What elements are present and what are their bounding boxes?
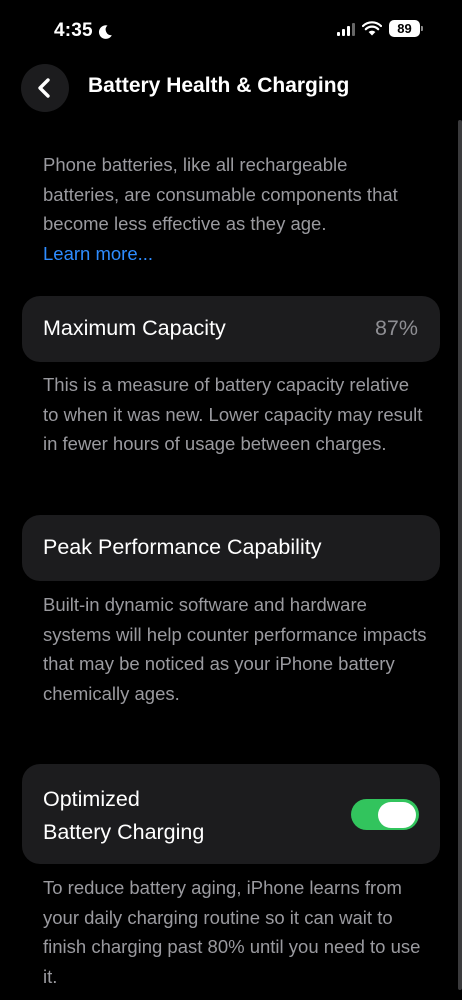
peak-performance-label: Peak Performance Capability (43, 535, 322, 559)
toggle-knob (378, 801, 416, 828)
page-title: Battery Health & Charging (88, 74, 350, 97)
optimized-charging-label: Optimized Battery Charging (43, 783, 204, 849)
moon-icon (98, 25, 112, 39)
peak-performance-card: Peak Performance Capability (22, 515, 440, 581)
optimized-charging-toggle[interactable] (351, 799, 419, 830)
optimized-charging-label-line2: Battery Charging (43, 820, 205, 844)
intro-description: Phone batteries, like all rechargeable b… (43, 150, 428, 268)
optimized-charging-card: Optimized Battery Charging (22, 764, 440, 864)
learn-more-link[interactable]: Learn more... (43, 239, 428, 269)
intro-text: Phone batteries, like all rechargeable b… (43, 154, 398, 234)
status-time: 4:35 (54, 20, 113, 42)
peak-performance-description: Built-in dynamic software and hardware s… (43, 594, 427, 704)
chevron-left-icon (38, 78, 50, 98)
optimized-charging-description: To reduce battery aging, iPhone learns f… (43, 877, 421, 987)
battery-icon: 89 (389, 20, 423, 37)
scroll-indicator[interactable] (458, 120, 462, 990)
maximum-capacity-value: 87% (374, 316, 418, 340)
maximum-capacity-card: Maximum Capacity 87% (22, 296, 440, 362)
status-bar: 4:35 89 (0, 0, 462, 62)
back-button[interactable] (21, 64, 69, 112)
maximum-capacity-label: Maximum Capacity (43, 316, 226, 340)
cellular-signal-icon (337, 22, 355, 36)
status-indicators: 89 (337, 20, 423, 37)
wifi-icon (362, 21, 382, 36)
maximum-capacity-description: This is a measure of battery capacity re… (43, 374, 423, 454)
optimized-charging-label-line1: Optimized (43, 787, 140, 811)
status-time-text: 4:35 (54, 20, 93, 41)
